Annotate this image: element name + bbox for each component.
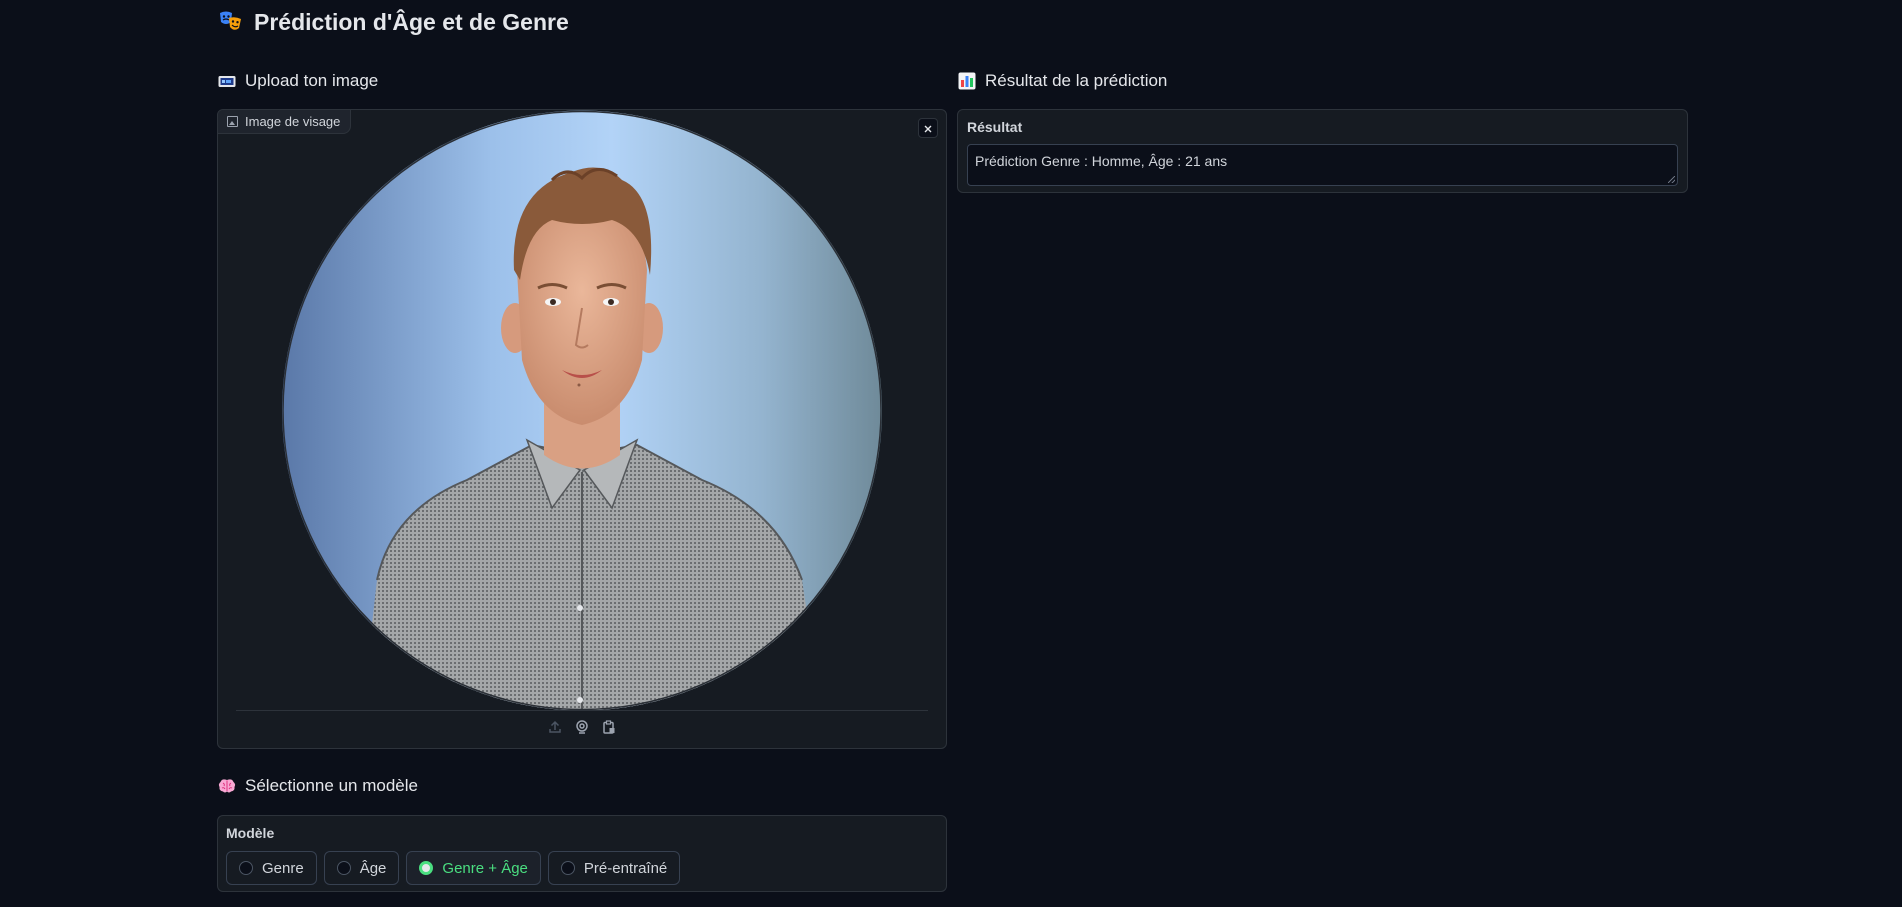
radio-option-label: Âge: [359, 859, 387, 877]
app-page: Prédiction d'Âge et de Genre Upload ton …: [0, 0, 1902, 907]
face-photo: [282, 110, 882, 711]
radio-option-genre-age[interactable]: Genre + Âge: [406, 851, 541, 885]
close-icon: [924, 122, 932, 135]
clipboard-icon: [602, 719, 616, 739]
result-value: Prédiction Genre : Homme, Âge : 21 ans: [975, 153, 1228, 169]
radio-option-age[interactable]: Âge: [323, 851, 400, 885]
bar-chart-icon: [958, 72, 976, 90]
clear-image-button[interactable]: [918, 118, 938, 138]
upload-section-title: Upload ton image: [218, 68, 378, 94]
upload-icon: [548, 720, 562, 739]
performing-arts-masks-icon: [218, 10, 244, 34]
radio-option-label: Pré-entraîné: [583, 859, 668, 877]
app-title: Prédiction d'Âge et de Genre: [218, 6, 569, 38]
app-title-text: Prédiction d'Âge et de Genre: [254, 8, 569, 35]
radio-option-genre[interactable]: Genre: [226, 851, 317, 885]
result-panel: Résultat Prédiction Genre : Homme, Âge :…: [957, 109, 1688, 193]
image-frame-icon: [218, 74, 236, 88]
webcam-source-button[interactable]: [573, 719, 591, 739]
image-field-label: Image de visage: [218, 110, 352, 134]
model-selector-panel: Modèle Genre Âge Genre + Âge Pré-entraîn…: [217, 815, 947, 892]
radio-button[interactable]: [239, 861, 253, 875]
model-section-title-text: Sélectionne un modèle: [245, 776, 418, 795]
model-section-title: Sélectionne un modèle: [218, 773, 418, 799]
resize-handle[interactable]: [1668, 176, 1675, 183]
clipboard-source-button[interactable]: [600, 719, 618, 739]
image-source-toolbar: [218, 719, 946, 742]
webcam-icon: [575, 719, 589, 739]
image-field-label-text: Image de visage: [245, 114, 341, 129]
radio-button-selected[interactable]: [419, 861, 434, 875]
radio-option-pretrained[interactable]: Pré-entraîné: [547, 851, 681, 885]
radio-option-label: Genre: [262, 859, 304, 877]
model-radio-group: Genre Âge Genre + Âge Pré-entraîné: [226, 851, 681, 885]
brain-icon: [218, 778, 236, 794]
panel-divider: [236, 710, 928, 711]
result-section-title-text: Résultat de la prédiction: [985, 71, 1168, 90]
image-upload-panel[interactable]: Image de visage: [217, 109, 947, 749]
upload-section-title-text: Upload ton image: [245, 71, 379, 90]
upload-source-button[interactable]: [546, 720, 564, 738]
image-icon: [227, 116, 238, 127]
model-field-label: Modèle: [226, 825, 275, 841]
radio-option-label: Genre + Âge: [442, 859, 528, 877]
radio-button[interactable]: [560, 861, 575, 875]
radio-button[interactable]: [336, 861, 351, 875]
result-field-label: Résultat: [967, 119, 1023, 135]
result-section-title: Résultat de la prédiction: [958, 68, 1167, 94]
result-textbox[interactable]: Prédiction Genre : Homme, Âge : 21 ans: [967, 144, 1678, 186]
